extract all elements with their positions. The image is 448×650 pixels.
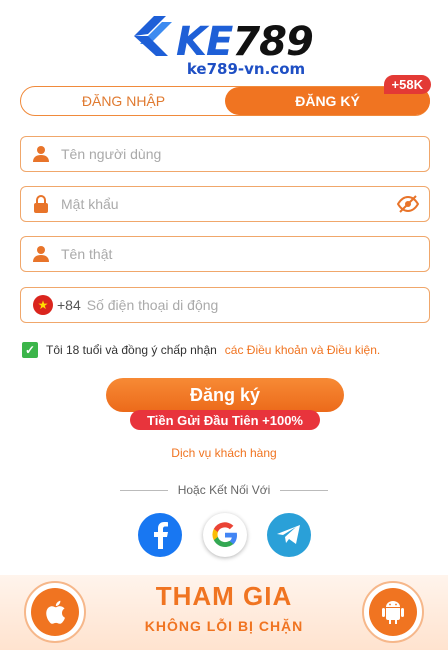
telegram-icon[interactable] — [267, 513, 311, 557]
tab-login[interactable]: ĐĂNG NHẬP — [21, 87, 226, 115]
divider-line — [280, 489, 329, 491]
apple-icon — [31, 588, 79, 636]
terms-checkbox[interactable]: ✓ — [22, 342, 38, 358]
brand-logo: KE789 ke789-vn.com — [0, 8, 448, 80]
vietnam-flag-icon[interactable]: ★ — [33, 295, 53, 315]
customer-service-link[interactable]: Dịch vụ khách hàng — [0, 446, 448, 460]
user-icon — [21, 145, 61, 163]
ios-app-button[interactable] — [24, 581, 86, 643]
social-divider: Hoặc Kết Nối Với — [120, 482, 329, 498]
terms-link[interactable]: các Điều khoản và Điều kiện. — [225, 343, 380, 357]
logo-number: 789 — [232, 19, 313, 65]
realname-field — [20, 236, 430, 272]
terms-row: ✓ Tôi 18 tuổi và đồng ý chấp nhận các Đi… — [22, 341, 432, 359]
new-users-badge: +58K — [383, 75, 431, 94]
logo-domain: ke789-vn.com — [186, 60, 306, 78]
divider-line — [120, 489, 168, 491]
auth-tabs: ĐĂNG NHẬP ĐĂNG KÝ +58K — [20, 75, 431, 116]
username-input[interactable] — [61, 139, 429, 169]
android-icon — [369, 588, 417, 636]
join-banner[interactable]: THAM GIA KHÔNG LỖI BỊ CHẶN — [0, 575, 448, 650]
first-deposit-promo: Tiền Gửi Đầu Tiên +100% — [130, 410, 320, 430]
lock-icon — [21, 195, 61, 213]
country-code[interactable]: +84 — [57, 297, 81, 313]
register-button[interactable]: Đăng ký — [106, 378, 344, 412]
facebook-icon[interactable] — [138, 513, 182, 557]
username-field — [20, 136, 430, 172]
logo-mark-icon — [134, 16, 172, 56]
terms-text: Tôi 18 tuổi và đồng ý chấp nhận — [46, 343, 217, 357]
realname-input[interactable] — [61, 239, 429, 269]
phone-input[interactable] — [86, 290, 429, 320]
password-field — [20, 186, 430, 222]
phone-field: ★ +84 — [20, 287, 430, 323]
android-app-button[interactable] — [362, 581, 424, 643]
user-icon — [21, 245, 61, 263]
logo-prefix: KE — [176, 19, 233, 65]
google-icon[interactable] — [203, 513, 247, 557]
password-input[interactable] — [61, 189, 429, 219]
toggle-password-visibility-icon[interactable] — [396, 194, 420, 219]
social-divider-text: Hoặc Kết Nối Với — [177, 483, 271, 497]
logo-wordmark: KE789 — [176, 19, 314, 65]
